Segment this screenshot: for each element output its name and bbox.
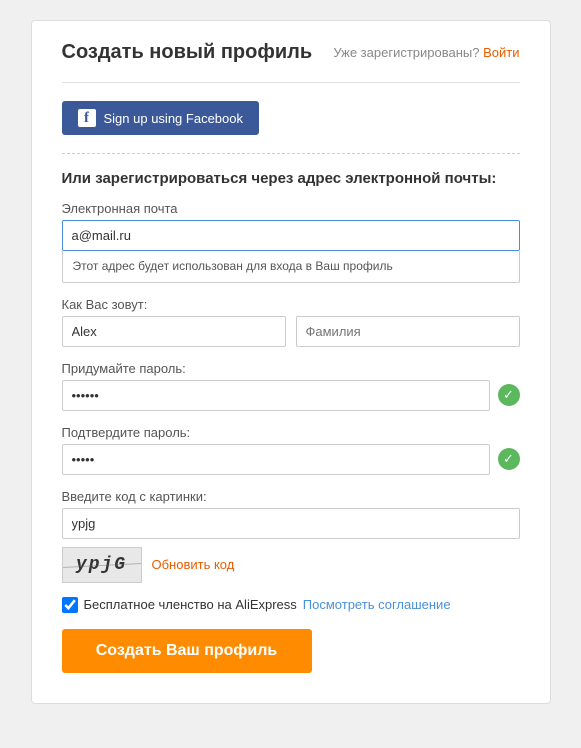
registration-card: Создать новый профиль Уже зарегистрирова…: [31, 20, 551, 704]
email-label: Электронная почта: [62, 201, 520, 216]
section-divider: [62, 153, 520, 154]
password-field-group: Придумайте пароль: ✓: [62, 361, 520, 411]
submit-button[interactable]: Создать Ваш профиль: [62, 629, 312, 673]
already-registered-text: Уже зарегистрированы?: [333, 45, 479, 60]
agreement-row: Бесплатное членство на AliExpress Посмот…: [62, 597, 520, 613]
captcha-input[interactable]: [62, 508, 520, 539]
agreement-checkbox[interactable]: [62, 597, 78, 613]
last-name-input[interactable]: [296, 316, 520, 347]
card-header: Создать новый профиль Уже зарегистрирова…: [62, 41, 520, 64]
facebook-button-label: Sign up using Facebook: [104, 111, 243, 126]
facebook-signup-button[interactable]: f Sign up using Facebook: [62, 101, 259, 135]
name-label: Как Вас зовут:: [62, 297, 520, 312]
email-input[interactable]: [62, 220, 520, 251]
password-row: ✓: [62, 380, 520, 411]
captcha-image: ypjG: [62, 547, 142, 583]
email-section-title: Или зарегистрироваться через адрес элект…: [62, 170, 520, 187]
agreement-link[interactable]: Посмотреть соглашение: [303, 597, 451, 612]
password-valid-icon: ✓: [498, 384, 520, 406]
captcha-label: Введите код с картинки:: [62, 489, 520, 504]
password-label: Придумайте пароль:: [62, 361, 520, 376]
confirm-password-row: ✓: [62, 444, 520, 475]
agreement-text: Бесплатное членство на AliExpress: [84, 597, 297, 612]
name-field-group: Как Вас зовут:: [62, 297, 520, 347]
email-field-group: Электронная почта Этот адрес будет испол…: [62, 201, 520, 283]
confirm-password-label: Подтвердите пароль:: [62, 425, 520, 440]
confirm-valid-icon: ✓: [498, 448, 520, 470]
login-link[interactable]: Войти: [483, 45, 519, 60]
email-tooltip: Этот адрес будет использован для входа в…: [62, 251, 520, 283]
password-input[interactable]: [62, 380, 490, 411]
first-name-input[interactable]: [62, 316, 286, 347]
captcha-section: Введите код с картинки: ypjG Обновить ко…: [62, 489, 520, 583]
confirm-password-field-group: Подтвердите пароль: ✓: [62, 425, 520, 475]
captcha-row: ypjG Обновить код: [62, 547, 520, 583]
page-title: Создать новый профиль: [62, 41, 313, 64]
facebook-icon: f: [78, 109, 96, 127]
refresh-captcha-link[interactable]: Обновить код: [152, 557, 235, 572]
name-row: [62, 316, 520, 347]
login-prompt: Уже зарегистрированы? Войти: [333, 45, 519, 60]
header-divider: [62, 82, 520, 83]
confirm-password-input[interactable]: [62, 444, 490, 475]
